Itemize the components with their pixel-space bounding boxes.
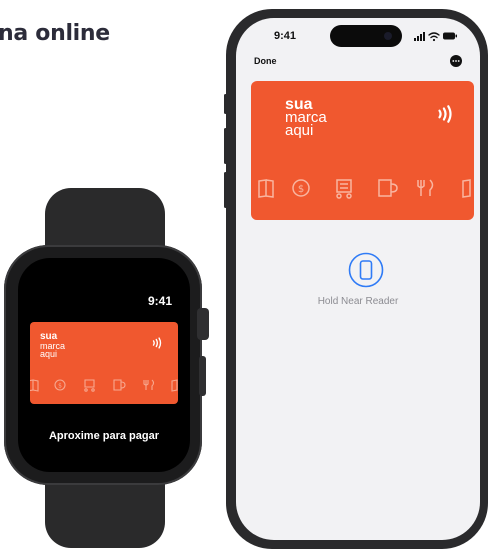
book-icon <box>30 379 39 392</box>
signal-icon <box>414 32 425 41</box>
watch-digital-crown[interactable] <box>197 308 209 340</box>
hold-near-reader-icon <box>348 252 384 288</box>
brand-line-3: aqui <box>40 349 58 359</box>
fork-knife-icon <box>143 379 155 390</box>
watch-card-brand: sua marca aqui <box>40 332 65 359</box>
card-brand: sua marca aqui <box>285 97 327 139</box>
wifi-icon <box>428 32 440 39</box>
status-icons <box>414 32 457 42</box>
dynamic-island <box>330 25 402 47</box>
card-icon-row: $ <box>258 179 471 199</box>
watch-caption: Aproxime para pagar <box>48 430 160 442</box>
watch-side-button[interactable] <box>199 356 206 396</box>
svg-text:$: $ <box>58 383 62 390</box>
fork-knife-icon <box>417 179 434 196</box>
coffee-mug-icon <box>113 379 126 391</box>
watch-screen: 9:41 sua marca aqui $ Aproxime para paga… <box>18 258 190 472</box>
shopping-cart-icon <box>336 179 352 199</box>
book-icon <box>258 179 274 198</box>
battery-icon <box>443 32 457 40</box>
contactless-icon <box>438 105 452 123</box>
watch-payment-card[interactable]: sua marca aqui $ <box>30 322 178 404</box>
svg-text:$: $ <box>298 184 304 195</box>
phone-screen: 9:41 Done sua marca aqui $ Hold Near Rea… <box>236 18 480 540</box>
page-heading: na online <box>0 21 110 46</box>
book-icon <box>462 179 471 198</box>
book-icon <box>171 379 178 392</box>
watch-time: 9:41 <box>147 294 172 308</box>
payment-card[interactable]: sua marca aqui $ <box>251 81 474 220</box>
more-icon[interactable] <box>450 55 462 67</box>
contactless-icon <box>152 337 162 349</box>
shopping-cart-icon <box>84 379 95 392</box>
coffee-mug-icon <box>378 179 398 197</box>
status-time: 9:41 <box>274 30 297 42</box>
coin-icon: $ <box>292 179 310 197</box>
camera-icon <box>384 32 392 40</box>
watch-card-icon-row: $ <box>30 379 178 392</box>
done-button[interactable]: Done <box>254 56 277 66</box>
hold-near-reader-label: Hold Near Reader <box>317 296 399 307</box>
coin-icon: $ <box>54 379 66 391</box>
